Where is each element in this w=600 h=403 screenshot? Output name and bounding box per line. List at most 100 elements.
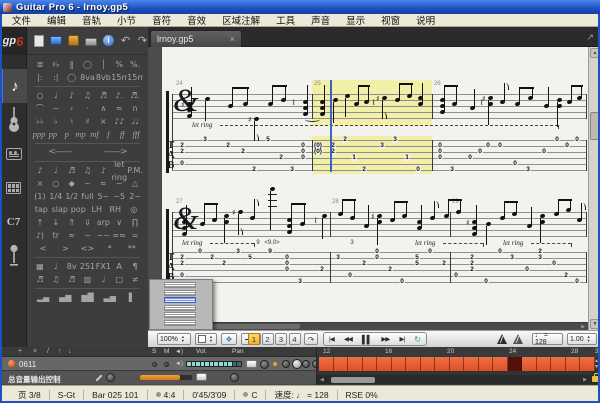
view-popup-item-2[interactable] [164, 297, 196, 304]
voice-button-1[interactable]: 1 [248, 333, 260, 345]
menu-item-6[interactable]: 区域注解 [214, 13, 268, 27]
palette-item-9-2[interactable]: 1/2 [64, 190, 80, 203]
timeline-bar-cell[interactable] [348, 357, 363, 371]
loop-button[interactable]: ↻ [414, 335, 421, 344]
timeline-bar-cell[interactable] [464, 357, 479, 371]
palette-item-11-5[interactable]: ∨ [111, 216, 127, 229]
info-button[interactable]: i [103, 34, 114, 48]
move-track-up-icon[interactable]: ↑ [58, 347, 62, 357]
print-button[interactable] [85, 34, 97, 48]
edit-track-icon[interactable]: / [47, 347, 49, 357]
document-tab[interactable]: lrnoy.gp5 × [150, 30, 242, 47]
palette-item-14-2[interactable]: 8v [64, 260, 80, 273]
palette-item-4-4[interactable]: × [95, 115, 111, 128]
go-to-start-button[interactable]: |◀ [329, 335, 335, 343]
timeline-bar-cell[interactable] [565, 357, 580, 371]
menu-item-9[interactable]: 显示 [338, 13, 373, 27]
track-speaker-icon[interactable]: ◄) [175, 361, 183, 367]
palette-item-5-2[interactable]: p [60, 128, 74, 141]
palette-item-6-0[interactable]: <—— [32, 146, 88, 159]
remove-track-icon[interactable]: × [33, 347, 37, 357]
palette-item-14-0[interactable]: ▦ [32, 260, 48, 273]
palette-item-9-5[interactable]: ~5 [111, 190, 127, 203]
palette-item-4-0[interactable]: ♭♭ [32, 115, 48, 128]
palette-item-3-4[interactable]: ∧ [95, 102, 111, 115]
tempo-box[interactable]: ♩ = 128 [532, 332, 563, 346]
palette-item-12-3[interactable]: ~ [80, 229, 96, 242]
palette-item-3-1[interactable]: ~ [48, 102, 64, 115]
view-popup-item-4[interactable] [164, 312, 196, 319]
timeline-cells[interactable] [319, 357, 595, 371]
palette-item-15-0[interactable]: ♬ [32, 273, 48, 286]
palette-item-13-2[interactable]: <> [76, 242, 98, 255]
sidebar-item-notes[interactable]: ♪ [0, 69, 27, 103]
timeline-bar-cell[interactable] [319, 357, 334, 371]
menu-item-5[interactable]: 音效 [179, 13, 214, 27]
palette-item-1-1[interactable]: :| [48, 71, 64, 84]
palette-item-4-6[interactable]: ♩♩ [127, 115, 143, 128]
palette-item-1-6[interactable]: 15mb [127, 71, 143, 84]
palette-item-7-4[interactable]: ♪ [95, 164, 111, 177]
undo-button[interactable]: ↶ [120, 34, 131, 48]
eq-knob-0[interactable] [282, 360, 290, 368]
palette-item-1-4[interactable]: 8vb [95, 71, 111, 84]
palette-item-10-4[interactable]: RH [106, 203, 125, 216]
palette-item-11-6[interactable]: ∏ [127, 216, 143, 229]
master-fader[interactable] [196, 373, 207, 381]
voice-button-4[interactable]: 4 [288, 333, 301, 345]
eq-knob-2[interactable] [302, 360, 310, 368]
palette-item-2-2[interactable]: ♪ [64, 89, 80, 102]
palette-item-9-0[interactable]: (1) [32, 190, 48, 203]
palette-item-1-0[interactable]: |: [32, 71, 48, 84]
timeline-bar-cell[interactable] [536, 357, 551, 371]
menu-item-4[interactable]: 音符 [144, 13, 179, 27]
timeline-bar-cell[interactable] [333, 357, 348, 371]
palette-item-14-1[interactable]: ♩ [48, 260, 64, 273]
palette-item-14-5[interactable]: A [111, 260, 127, 273]
menu-item-8[interactable]: 声音 [303, 13, 338, 27]
timeline-bar-cell[interactable] [435, 357, 450, 371]
palette-item-15-2[interactable]: ♬ [64, 273, 80, 286]
palette-item-15-5[interactable]: □ [111, 273, 127, 286]
palette-item-14-3[interactable]: 251 [80, 260, 96, 273]
go-to-end-button[interactable]: ▶| [399, 335, 405, 343]
palette-item-7-0[interactable]: ♪ [32, 164, 48, 177]
palette-item-0-1[interactable]: ♯♭ [48, 58, 64, 71]
palette-item-3-6[interactable]: ∩ [127, 102, 143, 115]
timeline-bar-cell[interactable] [362, 357, 377, 371]
open-file-button[interactable] [50, 34, 62, 48]
palette-item-10-2[interactable]: pop [69, 203, 88, 216]
palette-item-0-4[interactable]: │ [95, 58, 111, 71]
palette-item-3-5[interactable]: ≈ [111, 102, 127, 115]
timeline-bar-cell[interactable] [493, 357, 508, 371]
palette-item-14-4[interactable]: FX1 [95, 260, 111, 273]
palette-item-15-3[interactable]: ▥ [80, 273, 96, 286]
edit-pencil-icon[interactable] [95, 374, 103, 382]
timeline-bar-cell[interactable] [449, 357, 464, 371]
palette-item-5-4[interactable]: mf [88, 128, 102, 141]
volume-fader[interactable] [246, 360, 257, 368]
view-popup-item-1[interactable] [164, 289, 196, 296]
palette-item-11-4[interactable]: arp [95, 216, 111, 229]
palette-item-8-3[interactable]: ~ [80, 177, 96, 190]
timeline-bar-cell[interactable] [377, 357, 392, 371]
palette-item-9-4[interactable]: 5~ [95, 190, 111, 203]
timeline-bar-cell[interactable] [507, 357, 522, 371]
zoom-select[interactable]: 100% ▲ ▼ [157, 333, 191, 345]
palette-item-5-0[interactable]: ppp [32, 128, 46, 141]
redo-button[interactable]: ↷ [137, 34, 148, 48]
palette-item-14-6[interactable]: ¶ [127, 260, 143, 273]
menu-item-2[interactable]: 音轨 [74, 13, 109, 27]
multivoice-button[interactable]: ↷ [304, 333, 318, 345]
solo-toggle[interactable] [152, 362, 157, 367]
palette-item-8-2[interactable]: ◆ [64, 177, 80, 190]
menu-item-3[interactable]: 小节 [109, 13, 144, 27]
palette-item-15-1[interactable]: ♫ [48, 273, 64, 286]
palette-item-8-1[interactable]: ○ [48, 177, 64, 190]
timeline-bar-cell[interactable] [522, 357, 537, 371]
palette-item-10-0[interactable]: tap [32, 203, 51, 216]
palette-item-11-0[interactable]: ↑ [32, 216, 48, 229]
palette-item-11-1[interactable]: ↓ [48, 216, 64, 229]
palette-item-0-0[interactable]: ≣ [32, 58, 48, 71]
view-popup-item-0[interactable] [164, 282, 196, 288]
